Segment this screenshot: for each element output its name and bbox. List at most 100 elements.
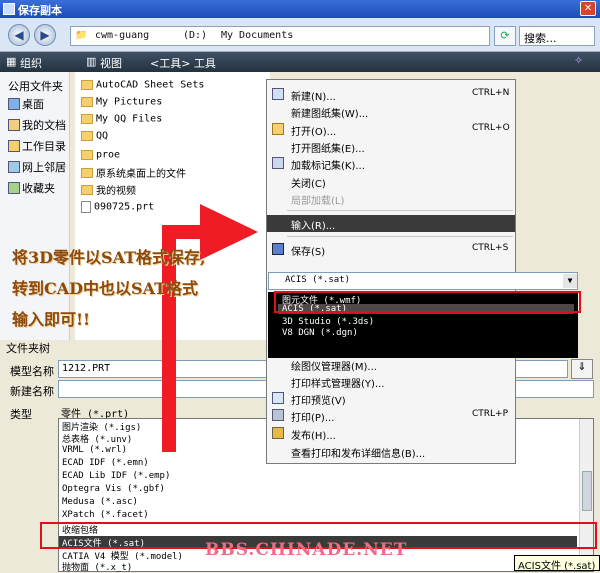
menu-item-plotstyle-manager[interactable]: 打印样式管理器(Y)... bbox=[267, 373, 515, 390]
type-option[interactable]: 图片渲染 (*.igs) bbox=[62, 420, 141, 433]
address-bar: ◀ ▶ 📁 cwm-guang (D:) My Documents ⟳ 搜索..… bbox=[0, 18, 600, 52]
menu-item-open[interactable]: 打开(O)... CTRL+O bbox=[267, 121, 515, 138]
breadcrumb-drive[interactable]: (D:) bbox=[183, 30, 207, 41]
print-icon bbox=[272, 409, 284, 421]
type-option[interactable]: XPatch (*.facet) bbox=[62, 510, 149, 522]
list-item[interactable]: 原系统桌面上的文件 bbox=[81, 165, 186, 181]
red-arrow-head bbox=[200, 204, 258, 260]
address-field[interactable]: 📁 cwm-guang (D:) My Documents bbox=[70, 26, 490, 46]
red-highlight-box bbox=[274, 291, 581, 313]
organize-icon: ▦ bbox=[6, 55, 17, 68]
type-option[interactable]: VRML (*.wrl) bbox=[62, 445, 127, 457]
list-item[interactable]: My Pictures bbox=[81, 95, 162, 111]
sidebar-item-documents[interactable]: 我的文档 bbox=[8, 117, 66, 135]
type-label: 类型 bbox=[10, 408, 32, 421]
title-bar: 保存副本 ✕ bbox=[0, 0, 600, 18]
folder-icon bbox=[81, 150, 93, 160]
folder-icon bbox=[81, 114, 93, 124]
menu-item-plotter-manager[interactable]: 绘图仪管理器(M)... bbox=[267, 356, 515, 373]
folder-icon bbox=[81, 131, 93, 141]
help-logo-icon: ✧ bbox=[574, 54, 584, 67]
menu-separator bbox=[287, 236, 513, 237]
search-placeholder: 搜索... bbox=[524, 32, 557, 45]
folder-icon bbox=[81, 80, 93, 90]
scrollbar-thumb[interactable] bbox=[582, 471, 592, 511]
organize-menu[interactable]: 组织 bbox=[20, 55, 42, 71]
window-title: 保存副本 bbox=[18, 4, 62, 17]
list-item[interactable]: QQ bbox=[81, 129, 108, 145]
sidebar-header: 公用文件夹 bbox=[8, 80, 63, 93]
favorites-sidebar: 公用文件夹 桌面 我的文档 工作目录 网上邻居 收藏夹 bbox=[0, 72, 70, 340]
desktop-icon bbox=[8, 98, 20, 110]
file-icon bbox=[81, 201, 91, 213]
refresh-icon[interactable]: ⟳ bbox=[494, 26, 516, 46]
menu-item-new[interactable]: 新建(N)... CTRL+N bbox=[267, 86, 515, 103]
folder-icon bbox=[81, 167, 93, 178]
list-item[interactable]: 我的视频 bbox=[81, 182, 136, 198]
breadcrumb-mydocs[interactable]: My Documents bbox=[221, 30, 293, 41]
view-icon: ▥ bbox=[86, 55, 97, 68]
menu-item-partial-load: 局部加载(L) bbox=[291, 196, 345, 207]
search-input[interactable]: 搜索... bbox=[519, 26, 595, 46]
close-button[interactable]: ✕ bbox=[580, 1, 596, 16]
documents-icon bbox=[8, 119, 20, 131]
favorites-icon bbox=[8, 182, 20, 194]
folder-icon: 📁 bbox=[75, 30, 88, 41]
menu-separator bbox=[287, 210, 513, 211]
chevron-down-icon[interactable]: ▼ bbox=[563, 274, 577, 288]
format-option[interactable]: 3D Studio (*.3ds) bbox=[282, 317, 374, 327]
menu-item-print[interactable]: 打印(P)... CTRL+P bbox=[267, 407, 515, 424]
annotation-line: 输入即可!! bbox=[12, 310, 91, 329]
menu-item-plot-details[interactable]: 查看打印和发布详细信息(B)... bbox=[267, 443, 515, 460]
folder-tree-toggle[interactable]: 文件夹树 bbox=[6, 340, 50, 356]
app-icon bbox=[3, 3, 15, 15]
save-icon bbox=[272, 243, 284, 255]
annotation-line: 转到CAD中也以SAT格式 bbox=[12, 279, 199, 298]
forward-button[interactable]: ▶ bbox=[34, 24, 56, 46]
menu-item-save[interactable]: 保存(S) CTRL+S bbox=[267, 241, 515, 258]
folder-icon bbox=[81, 97, 93, 107]
markup-icon bbox=[272, 157, 284, 169]
sidebar-item-workdir[interactable]: 工作目录 bbox=[8, 138, 66, 156]
menu-item-new-sheetset[interactable]: 新建图纸集(W)... bbox=[267, 103, 515, 120]
back-button[interactable]: ◀ bbox=[8, 24, 30, 46]
new-icon bbox=[272, 88, 284, 100]
type-option[interactable]: ECAD IDF (*.emn) bbox=[62, 458, 149, 470]
tooltip: ACIS文件 (*.sat) bbox=[514, 555, 600, 572]
folder-icon bbox=[81, 184, 93, 195]
new-name-label: 新建名称 bbox=[10, 385, 54, 398]
view-menu[interactable]: 视图 bbox=[100, 55, 122, 71]
type-option[interactable]: ECAD Lib IDF (*.emp) bbox=[62, 471, 170, 483]
format-dropdown: ACIS (*.sat) ▼ 图元文件 (*.wmf) ACIS (*.sat)… bbox=[268, 272, 578, 358]
menu-item-close[interactable]: 关闭(C) bbox=[267, 173, 515, 190]
sidebar-item-desktop[interactable]: 桌面 bbox=[8, 96, 44, 114]
pin-button[interactable]: ⇓ bbox=[571, 359, 593, 379]
format-option[interactable]: V8 DGN (*.dgn) bbox=[282, 328, 358, 338]
type-option[interactable]: Optegra Vis (*.gbf) bbox=[62, 484, 165, 496]
breadcrumb-cwm[interactable]: cwm-guang bbox=[95, 30, 149, 41]
network-icon bbox=[8, 161, 20, 173]
menu-item-import[interactable]: 输入(R)... bbox=[267, 215, 515, 232]
menu-item-load-markup[interactable]: 加载标记集(K)... bbox=[267, 155, 515, 172]
toolbar: ▦ 组织 ▥ 视图 <工具> 工具 ✧ bbox=[0, 52, 600, 72]
model-name-label: 模型名称 bbox=[10, 365, 54, 378]
format-select[interactable]: ACIS (*.sat) ▼ bbox=[268, 272, 578, 290]
sidebar-item-favorites[interactable]: 收藏夹 bbox=[8, 180, 55, 198]
menu-item-publish[interactable]: 发布(H)... bbox=[267, 425, 515, 442]
open-icon bbox=[272, 123, 284, 135]
publish-icon bbox=[272, 427, 284, 439]
workdir-icon bbox=[8, 140, 20, 152]
list-item[interactable]: AutoCAD Sheet Sets bbox=[81, 78, 204, 94]
list-item[interactable]: proe bbox=[81, 148, 120, 164]
list-item[interactable]: 090725.prt bbox=[81, 200, 154, 216]
sidebar-item-network[interactable]: 网上邻居 bbox=[8, 159, 66, 177]
list-item[interactable]: My QQ Files bbox=[81, 112, 162, 128]
menu-item-open-sheetset[interactable]: 打开图纸集(E)... bbox=[267, 138, 515, 155]
tools-menu[interactable]: <工具> 工具 bbox=[150, 55, 216, 71]
type-option[interactable]: 抛物面 (*.x_t) bbox=[62, 560, 132, 573]
menu-item-print-preview[interactable]: 打印预览(V) bbox=[267, 390, 515, 407]
type-option[interactable]: 总表格 (*.unv) bbox=[62, 432, 132, 445]
type-option[interactable]: Medusa (*.asc) bbox=[62, 497, 138, 509]
watermark: BBS.CHINADE.NET bbox=[205, 540, 408, 560]
annotation-line: 将3D零件以SAT格式保存, bbox=[12, 248, 206, 267]
